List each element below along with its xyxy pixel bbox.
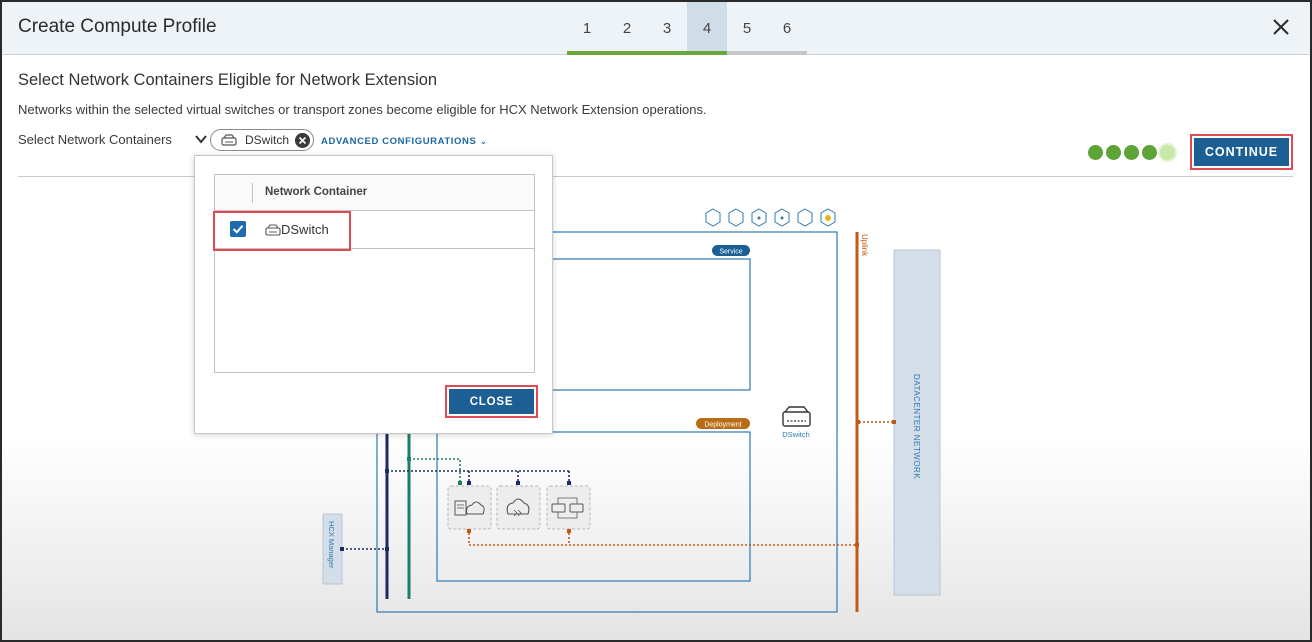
advanced-configurations-label: ADVANCED CONFIGURATIONS bbox=[321, 136, 477, 147]
step-2[interactable]: 2 bbox=[607, 2, 647, 55]
datacenter-network-label: DATACENTER NETWORK bbox=[912, 374, 921, 479]
step-1[interactable]: 1 bbox=[567, 2, 607, 55]
uplink-label: Uplink bbox=[860, 234, 869, 257]
step-5[interactable]: 5 bbox=[727, 2, 767, 55]
datacenter-network-bar bbox=[893, 249, 941, 596]
dswitch-diagram-icon bbox=[782, 406, 811, 427]
section-title: Select Network Containers Eligible for N… bbox=[18, 71, 438, 89]
network-container-column-header: Network Container bbox=[265, 186, 368, 198]
continue-highlight: CONTINUE bbox=[1190, 134, 1293, 170]
hcx-manager-box bbox=[322, 513, 343, 585]
close-icon[interactable] bbox=[1270, 16, 1292, 38]
chevron-down-icon[interactable] bbox=[194, 131, 208, 147]
grid-header: Network Container bbox=[215, 175, 534, 211]
select-network-containers-label: Select Network Containers bbox=[18, 132, 172, 147]
progress-dots bbox=[1088, 145, 1175, 160]
selected-container-chip[interactable]: DSwitch bbox=[210, 129, 314, 151]
appliance-icons bbox=[447, 485, 591, 530]
progress-dot bbox=[1106, 145, 1121, 160]
progress-dot bbox=[1124, 145, 1139, 160]
switch-icon bbox=[221, 134, 237, 146]
service-icons bbox=[705, 208, 836, 227]
close-highlight: CLOSE bbox=[445, 385, 538, 418]
service-badge-label: Service bbox=[719, 249, 742, 256]
wizard-steps: 1 2 3 4 5 6 bbox=[567, 2, 807, 55]
switch-icon bbox=[265, 224, 281, 236]
step-6[interactable]: 6 bbox=[767, 2, 807, 55]
progress-dot-current bbox=[1160, 145, 1175, 160]
step-4[interactable]: 4 bbox=[687, 2, 727, 55]
dswitch-diagram-label: DSwitch bbox=[782, 430, 810, 439]
network-container-popup: Network Container DSwitch CLOSE bbox=[194, 155, 553, 434]
section-description: Networks within the selected virtual swi… bbox=[18, 102, 707, 117]
table-row[interactable]: DSwitch bbox=[213, 211, 534, 251]
deployment-badge-label: Deployment bbox=[704, 422, 741, 429]
column-separator bbox=[252, 183, 253, 203]
continue-button[interactable]: CONTINUE bbox=[1194, 138, 1289, 166]
network-container-grid: Network Container DSwitch bbox=[213, 174, 535, 373]
progress-dot bbox=[1088, 145, 1103, 160]
step-3[interactable]: 3 bbox=[647, 2, 687, 55]
dialog-title: Create Compute Profile bbox=[18, 16, 217, 37]
service-badge bbox=[712, 245, 750, 256]
advanced-configurations-link[interactable]: ADVANCED CONFIGURATIONS ⌄ bbox=[321, 136, 488, 147]
progress-dot bbox=[1142, 145, 1157, 160]
remove-chip-icon[interactable] bbox=[295, 133, 310, 148]
dialog-frame: Create Compute Profile 1 2 3 4 5 6 Selec… bbox=[0, 0, 1312, 642]
dialog-header: Create Compute Profile 1 2 3 4 5 6 bbox=[2, 2, 1310, 55]
hcx-manager-label: HCX Manager bbox=[327, 521, 336, 569]
chevron-down-icon: ⌄ bbox=[479, 136, 488, 146]
close-button[interactable]: CLOSE bbox=[449, 389, 534, 414]
row-checkbox[interactable] bbox=[230, 221, 246, 237]
row-label: DSwitch bbox=[281, 222, 329, 237]
chip-label: DSwitch bbox=[245, 133, 290, 147]
deployment-badge bbox=[696, 418, 750, 429]
